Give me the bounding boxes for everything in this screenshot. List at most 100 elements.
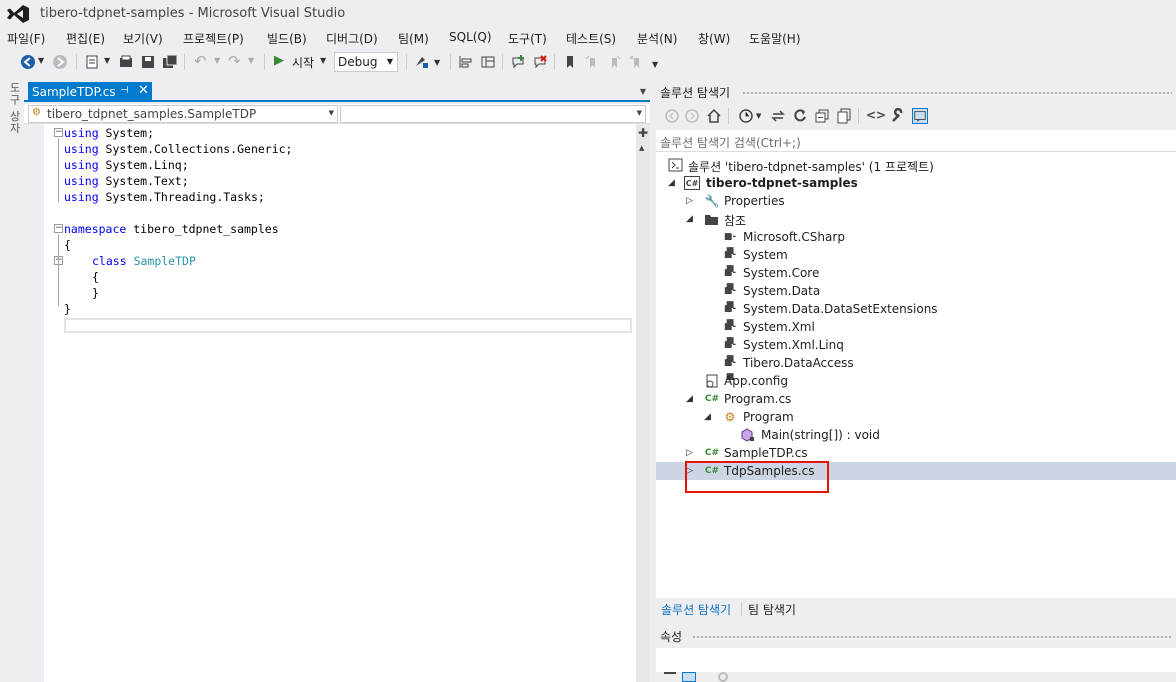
add-comment-icon[interactable] <box>510 54 526 70</box>
expanded-icon[interactable]: ◢ <box>686 394 693 404</box>
tree-item-reference[interactable]: ■-■ Tibero.DataAccess <box>656 354 1176 382</box>
menu-help[interactable]: 도움말(H) <box>749 30 801 47</box>
show-all-files-icon[interactable] <box>836 108 852 124</box>
save-all-icon[interactable] <box>162 54 178 70</box>
tree-item-project[interactable]: ◢ C# tibero-tdpnet-samples <box>656 174 1176 192</box>
tree-item-reference[interactable]: ■-■ System.Data <box>656 282 1176 310</box>
save-icon[interactable] <box>140 54 156 70</box>
split-icon[interactable]: ✚ <box>638 126 648 140</box>
tab-sampletdp-cs[interactable]: SampleTDP.cs ⊣ ✕ <box>28 82 152 102</box>
forward-icon[interactable] <box>684 108 700 124</box>
expanded-icon[interactable]: ◢ <box>704 412 711 422</box>
pending-changes-filter-icon[interactable] <box>738 108 754 124</box>
new-project-icon[interactable] <box>84 54 100 70</box>
start-button[interactable]: 시작 <box>292 54 314 71</box>
menu-team[interactable]: 팀(M) <box>398 30 429 47</box>
tree-item-label: System <box>743 248 788 262</box>
undo-icon[interactable]: ↶ <box>194 52 207 70</box>
menu-window[interactable]: 창(W) <box>698 30 730 47</box>
tree-item-reference[interactable]: ■-■ Microsoft.CSharp <box>656 228 1176 256</box>
tree-item-references[interactable]: ◢ 참조 <box>656 210 1176 228</box>
member-selector[interactable]: ▼ <box>340 105 646 123</box>
expanded-icon[interactable]: ◢ <box>668 178 675 188</box>
tree-item-reference[interactable]: ■-■ System.Xml <box>656 318 1176 346</box>
collapse-all-icon[interactable] <box>814 108 830 124</box>
menu-build[interactable]: 빌드(B) <box>267 30 307 47</box>
tree-item-main-method[interactable]: Main(string[]) : void <box>656 426 1176 444</box>
menu-tools[interactable]: 도구(T) <box>508 30 547 47</box>
tab-team-explorer[interactable]: 팀 탐색기 <box>748 601 796 618</box>
solution-explorer-search[interactable]: 솔루션 탐색기 검색(Ctrl+;) <box>656 130 1176 152</box>
collapse-icon[interactable]: − <box>54 224 63 233</box>
menu-bar: 파일(F) 편집(E) 보기(V) 프로젝트(P) 빌드(B) 디버그(D) 팀… <box>0 28 1176 48</box>
menu-file[interactable]: 파일(F) <box>7 30 45 47</box>
start-dropdown-icon[interactable]: ▼ <box>320 56 326 65</box>
start-icon[interactable]: ▶ <box>274 53 284 68</box>
menu-project[interactable]: 프로젝트(P) <box>183 30 244 47</box>
tree-item-reference[interactable]: ■-■ System.Xml.Linq <box>656 336 1176 364</box>
attach-dropdown-icon[interactable]: ▼ <box>434 58 440 67</box>
clear-bookmarks-icon[interactable] <box>628 54 644 70</box>
new-dropdown-icon[interactable]: ▼ <box>104 56 110 65</box>
expanded-icon[interactable]: ◢ <box>686 214 693 224</box>
prev-bookmark-icon[interactable] <box>584 54 600 70</box>
scroll-up-icon[interactable]: ▲ <box>639 144 644 152</box>
tree-item-label: System.Data.DataSetExtensions <box>743 302 938 316</box>
refresh-icon[interactable] <box>792 108 808 124</box>
sync-icon[interactable] <box>770 108 786 124</box>
property-pages-icon[interactable] <box>718 672 728 682</box>
tree-item-program-cs[interactable]: ◢ C# Program.cs <box>656 390 1176 408</box>
attach-process-icon[interactable] <box>414 54 430 70</box>
collapse-icon[interactable]: − <box>54 128 63 137</box>
filter-dropdown-icon[interactable]: ▼ <box>756 112 761 120</box>
view-code-icon[interactable]: <> <box>866 108 886 122</box>
tree-item-app-config[interactable]: App.config <box>656 372 1176 390</box>
tree-item-program-class[interactable]: ◢ ⚙ Program <box>656 408 1176 426</box>
solution-configuration-select[interactable]: Debug ▼ <box>334 52 398 72</box>
editor-vertical-scrollbar[interactable]: ✚ ▲ <box>636 124 650 682</box>
menu-analyze[interactable]: 분석(N) <box>637 30 677 47</box>
back-icon[interactable] <box>664 108 680 124</box>
toolbox-tab[interactable]: 도구 상자 <box>6 82 22 135</box>
class-selector[interactable]: ⚙ tibero_tdpnet_samples.SampleTDP ▼ <box>28 105 338 123</box>
close-icon[interactable]: ✕ <box>138 83 149 98</box>
menu-view[interactable]: 보기(V) <box>123 30 163 47</box>
menu-sql[interactable]: SQL(Q) <box>449 30 492 44</box>
pin-icon[interactable]: ⊣ <box>120 85 129 96</box>
open-file-icon[interactable] <box>118 54 134 70</box>
back-dropdown-icon[interactable]: ▼ <box>38 56 44 65</box>
preview-selected-icon[interactable] <box>912 108 928 124</box>
tree-item-solution[interactable]: 솔루션 'tibero-tdpnet-samples' (1 프로젝트) <box>656 156 1176 174</box>
menu-edit[interactable]: 편집(E) <box>66 30 105 47</box>
solution-explorer-toolbar: ▼ <> <box>656 104 1176 128</box>
align-left-icon[interactable] <box>458 54 474 70</box>
tree-item-sampletdp-cs[interactable]: ▷ C# SampleTDP.cs <box>656 444 1176 462</box>
toolbar-overflow-icon[interactable]: ▼ <box>652 60 658 69</box>
redo-icon[interactable]: ↷ <box>228 52 241 70</box>
back-icon[interactable] <box>20 54 36 70</box>
undo-dropdown-icon[interactable]: ▼ <box>214 56 220 65</box>
menu-test[interactable]: 테스트(S) <box>566 30 616 47</box>
collapsed-icon[interactable]: ▷ <box>686 196 693 206</box>
tree-item-reference[interactable]: ■-■ System.Data.DataSetExtensions <box>656 300 1176 328</box>
categorized-icon[interactable] <box>664 672 676 682</box>
remove-comment-icon[interactable] <box>532 54 548 70</box>
redo-dropdown-icon[interactable]: ▼ <box>248 56 254 65</box>
layout-icon[interactable] <box>480 54 496 70</box>
tree-item-properties[interactable]: ▷ 🔧 Properties <box>656 192 1176 210</box>
tree-item-reference[interactable]: ■-■ System.Core <box>656 264 1176 292</box>
alphabetical-icon[interactable] <box>682 672 696 682</box>
bookmark-icon[interactable] <box>562 54 578 70</box>
tab-list-dropdown-icon[interactable]: ▼ <box>640 87 646 96</box>
code-editor[interactable]: − − − using System; using System.Collect… <box>24 124 636 682</box>
properties-wrench-icon[interactable] <box>890 108 906 124</box>
forward-icon[interactable] <box>52 54 68 70</box>
home-icon[interactable] <box>706 108 722 124</box>
search-input[interactable]: 솔루션 탐색기 검색(Ctrl+;) <box>660 134 801 151</box>
menu-debug[interactable]: 디버그(D) <box>326 30 378 47</box>
tab-solution-explorer[interactable]: 솔루션 탐색기 <box>661 601 731 618</box>
tree-item-reference[interactable]: ■-■ System <box>656 246 1176 274</box>
collapsed-icon[interactable]: ▷ <box>686 448 693 458</box>
properties-header: 속성 <box>656 626 1176 646</box>
next-bookmark-icon[interactable] <box>606 54 622 70</box>
